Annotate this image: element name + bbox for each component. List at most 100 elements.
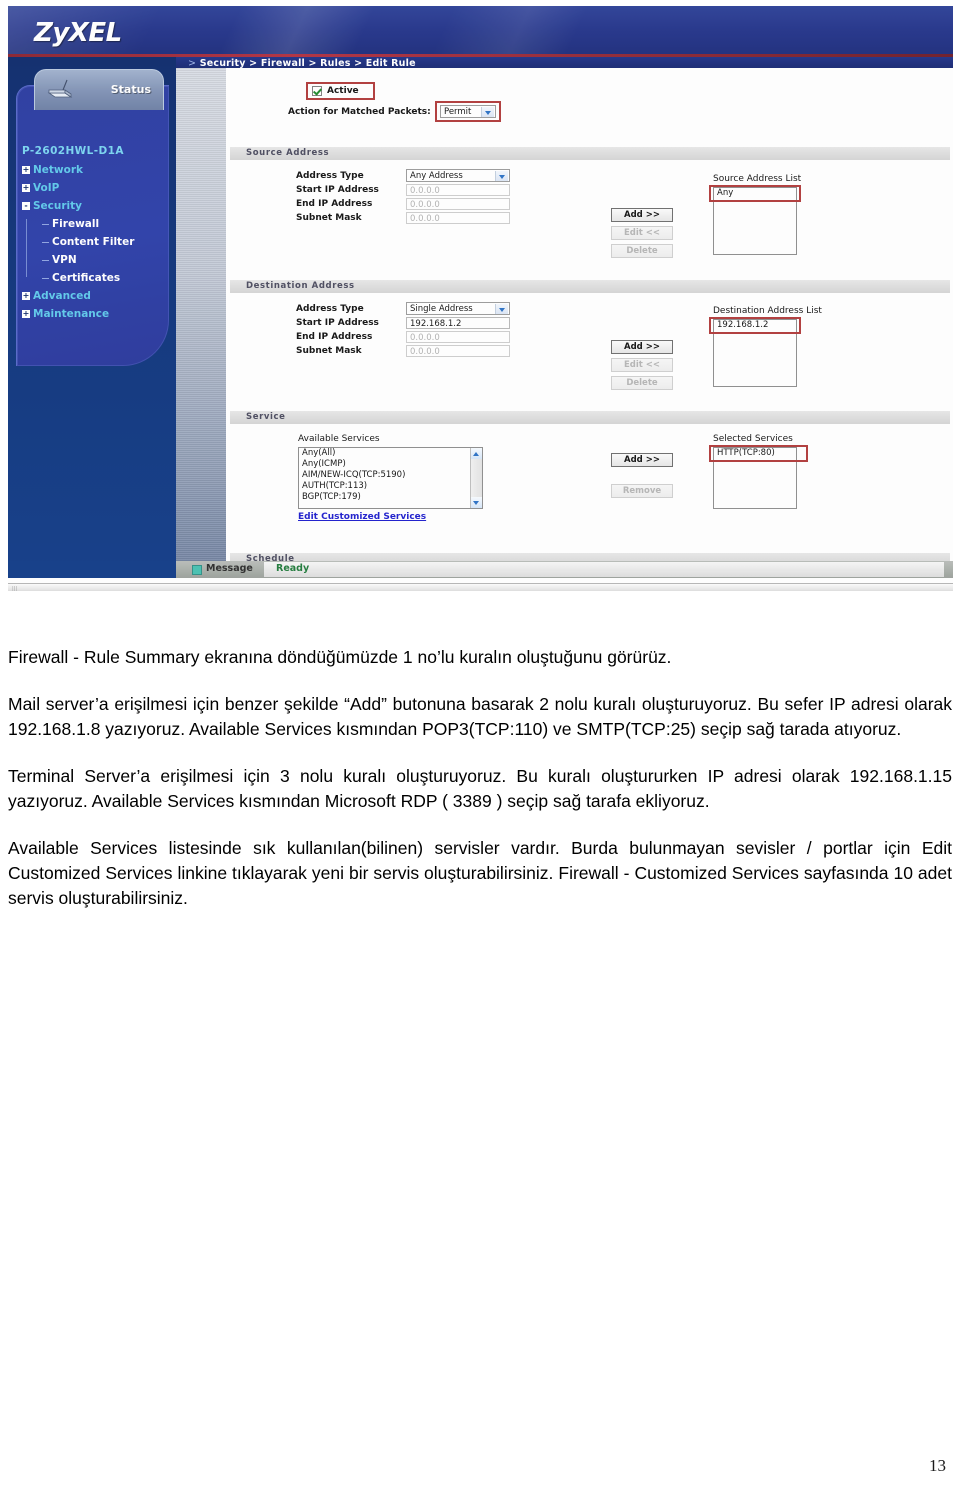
src-start-ip-input[interactable]: 0.0.0.0 bbox=[406, 184, 510, 196]
collapse-icon[interactable]: - bbox=[22, 202, 30, 210]
dst-address-type-label: Address Type bbox=[296, 304, 364, 314]
active-checkbox[interactable] bbox=[312, 86, 322, 96]
action-select-value: Permit bbox=[444, 107, 472, 117]
sidebar-item-certificates[interactable]: Certificates bbox=[22, 269, 162, 287]
src-subnet-mask-label: Subnet Mask bbox=[296, 213, 362, 223]
sidebar-item-label: Advanced bbox=[33, 290, 91, 302]
sidebar-item-label: Certificates bbox=[52, 272, 121, 284]
section-title: Destination Address bbox=[246, 281, 355, 291]
dst-end-ip-input[interactable]: 0.0.0.0 bbox=[406, 331, 510, 343]
sidebar-item-vpn[interactable]: VPN bbox=[22, 251, 162, 269]
dst-subnet-mask-label: Subnet Mask bbox=[296, 346, 362, 356]
list-item[interactable]: Any bbox=[714, 188, 796, 199]
list-item[interactable]: BGP(TCP:179) bbox=[299, 492, 482, 503]
app-banner bbox=[8, 6, 953, 56]
list-item[interactable]: 192.168.1.2 bbox=[714, 320, 796, 331]
section-title: Service bbox=[246, 412, 286, 422]
status-bar: Message Ready bbox=[176, 561, 953, 578]
sidebar-item-label: Network bbox=[33, 164, 84, 176]
selected-services-list[interactable]: HTTP(TCP:80) bbox=[713, 447, 797, 509]
src-edit-button[interactable]: Edit << bbox=[611, 226, 673, 240]
action-select[interactable]: Permit bbox=[440, 105, 496, 118]
section-destination-address: Destination Address bbox=[230, 279, 950, 293]
edit-customized-services-link[interactable]: Edit Customized Services bbox=[298, 512, 426, 522]
expander-icon[interactable]: + bbox=[22, 310, 30, 318]
section-service: Service bbox=[230, 410, 950, 424]
src-end-ip-label: End IP Address bbox=[296, 199, 373, 209]
sidebar-item-network[interactable]: + Network bbox=[22, 161, 162, 179]
dst-delete-button[interactable]: Delete bbox=[611, 376, 673, 390]
dst-address-type-select[interactable]: Single Address bbox=[406, 302, 510, 315]
chevron-down-icon[interactable] bbox=[495, 304, 508, 314]
active-label: Active bbox=[327, 86, 359, 96]
selected-services-label: Selected Services bbox=[713, 434, 793, 444]
scroll-up-icon[interactable] bbox=[471, 448, 482, 459]
sidebar-device-model: P-2602HWL-D1A bbox=[22, 145, 124, 157]
dst-end-ip-label: End IP Address bbox=[296, 332, 373, 342]
screenshot-bottom-edge: ||| bbox=[8, 583, 953, 591]
paragraph-1: Firewall - Rule Summary ekranına döndüğü… bbox=[8, 647, 672, 667]
paragraph-4: Available Services listesinde sık kullan… bbox=[8, 838, 952, 908]
edge-tick: ||| bbox=[12, 586, 18, 591]
sidebar-item-status[interactable]: Status bbox=[34, 69, 164, 110]
sidebar-status-label: Status bbox=[110, 83, 151, 96]
paragraph-3: Terminal Server’a erişilmesi için 3 nolu… bbox=[8, 766, 952, 811]
scrollbar[interactable] bbox=[470, 448, 482, 508]
tree-branch-icon bbox=[42, 259, 49, 261]
paragraph-2: Mail server’a erişilmesi için benzer şek… bbox=[8, 694, 952, 739]
list-item[interactable]: AUTH(TCP:113) bbox=[299, 481, 482, 492]
sidebar: Status P-2602HWL-D1A + Network + VoIP - Sec… bbox=[8, 57, 176, 577]
service-remove-button[interactable]: Remove bbox=[611, 484, 673, 498]
sidebar-item-security[interactable]: - Security bbox=[22, 197, 162, 215]
available-services-label: Available Services bbox=[298, 434, 380, 444]
message-value-box: Ready bbox=[264, 562, 944, 577]
sidebar-nav-list: + Network + VoIP - Security Firewall Conten… bbox=[22, 161, 162, 323]
sidebar-item-content-filter[interactable]: Content Filter bbox=[22, 233, 162, 251]
sidebar-item-label: Maintenance bbox=[33, 308, 110, 320]
panel-divider-strip bbox=[176, 68, 226, 577]
dst-subnet-mask-input[interactable]: 0.0.0.0 bbox=[406, 345, 510, 357]
router-icon bbox=[47, 79, 73, 98]
dst-start-ip-label: Start IP Address bbox=[296, 318, 379, 328]
service-add-button[interactable]: Add >> bbox=[611, 453, 673, 467]
sidebar-footer-block bbox=[8, 561, 176, 578]
list-item[interactable]: AIM/NEW-ICQ(TCP:5190) bbox=[299, 470, 482, 481]
src-list-label: Source Address List bbox=[713, 174, 802, 184]
message-value: Ready bbox=[276, 563, 310, 574]
tree-branch-icon bbox=[42, 223, 49, 225]
chevron-down-icon[interactable] bbox=[495, 171, 508, 181]
list-item[interactable]: HTTP(TCP:80) bbox=[714, 448, 796, 459]
sidebar-item-label: Security bbox=[33, 200, 83, 212]
dst-address-list[interactable]: 192.168.1.2 bbox=[713, 319, 797, 387]
screenshot-figure: ZyXEL > Security > Firewall > Rules > Ed… bbox=[0, 0, 960, 600]
expander-icon[interactable]: + bbox=[22, 166, 30, 174]
list-item[interactable]: Any(ICMP) bbox=[299, 459, 482, 470]
src-add-button[interactable]: Add >> bbox=[611, 208, 673, 222]
src-address-list[interactable]: Any bbox=[713, 187, 797, 255]
sidebar-item-label: VoIP bbox=[33, 182, 60, 194]
sidebar-item-label: VPN bbox=[52, 254, 77, 266]
expander-icon[interactable]: + bbox=[22, 292, 30, 300]
src-subnet-mask-input[interactable]: 0.0.0.0 bbox=[406, 212, 510, 224]
dst-add-button[interactable]: Add >> bbox=[611, 340, 673, 354]
sidebar-item-maintenance[interactable]: + Maintenance bbox=[22, 305, 162, 323]
expander-icon[interactable]: + bbox=[22, 184, 30, 192]
dst-start-ip-input[interactable]: 192.168.1.2 bbox=[406, 317, 510, 329]
sidebar-item-advanced[interactable]: + Advanced bbox=[22, 287, 162, 305]
scroll-down-icon[interactable] bbox=[471, 497, 482, 508]
list-item[interactable]: Any(All) bbox=[299, 448, 482, 459]
dst-address-type-value: Single Address bbox=[410, 304, 473, 314]
router-web-ui: ZyXEL > Security > Firewall > Rules > Ed… bbox=[8, 6, 953, 591]
sidebar-item-firewall[interactable]: Firewall bbox=[22, 215, 162, 233]
available-services-list[interactable]: Any(All) Any(ICMP) AIM/NEW-ICQ(TCP:5190)… bbox=[298, 447, 483, 509]
sidebar-item-label: Content Filter bbox=[52, 236, 135, 248]
dst-list-label: Destination Address List bbox=[713, 306, 822, 316]
src-end-ip-input[interactable]: 0.0.0.0 bbox=[406, 198, 510, 210]
dst-edit-button[interactable]: Edit << bbox=[611, 358, 673, 372]
sidebar-item-voip[interactable]: + VoIP bbox=[22, 179, 162, 197]
chevron-down-icon[interactable] bbox=[481, 107, 494, 117]
src-delete-button[interactable]: Delete bbox=[611, 244, 673, 258]
document-body: Firewall - Rule Summary ekranına döndüğü… bbox=[8, 645, 952, 933]
src-address-type-select[interactable]: Any Address bbox=[406, 169, 510, 182]
src-address-type-value: Any Address bbox=[410, 171, 463, 181]
